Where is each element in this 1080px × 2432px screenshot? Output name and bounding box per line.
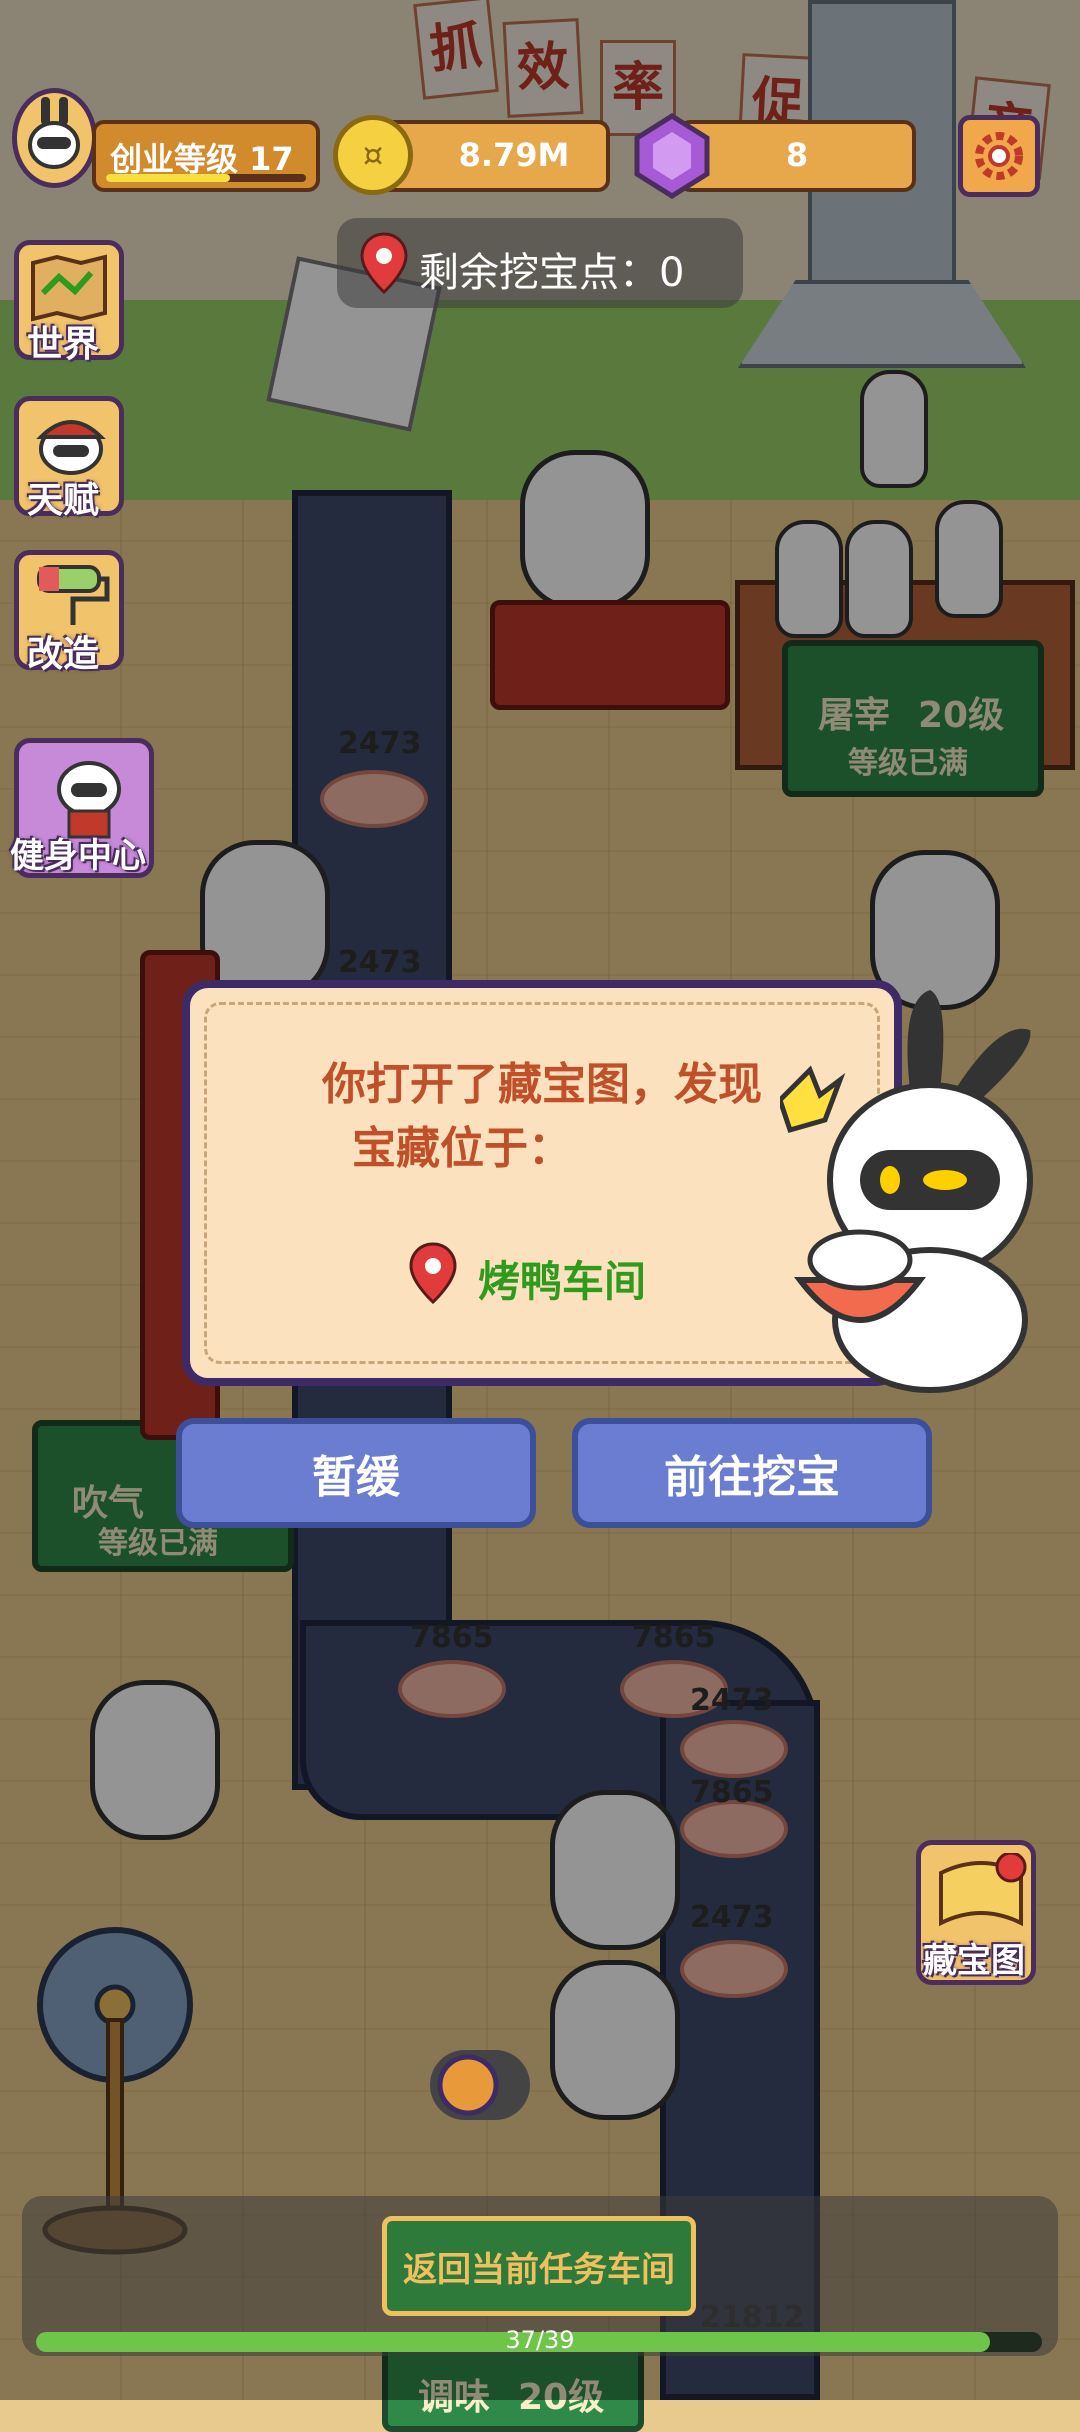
gem-amount: 8 [785,136,809,174]
location-pin-icon [360,232,408,294]
settings-button[interactable] [958,115,1040,197]
paint-roller-icon [37,565,110,625]
treasure-map-icon [939,1853,1027,1927]
talent-button[interactable]: 天赋 [14,396,124,521]
renovate-button[interactable]: 改造 [14,550,124,675]
treasure-map-label: 藏宝图 [923,1941,1025,1981]
player-avatar[interactable] [12,88,97,188]
rabbit-head-icon [36,420,106,475]
world-label: 世界 [27,324,100,365]
task-progress-label: 37/39 [505,2326,575,2354]
coin-icon: ¤ [333,115,413,195]
treasure-map-button[interactable]: 藏宝图 [916,1840,1036,1985]
rabbit-avatar-icon [28,97,80,169]
return-workshop-button[interactable]: 返回当前任务车间 [382,2216,696,2316]
gym-label: 健身中心 [10,836,146,876]
gym-rabbit-icon [57,761,121,839]
gem-icon [633,112,711,200]
treasure-points-label: 剩余挖宝点：0 [419,250,685,296]
treasure-location: 烤鸭车间 [478,1257,647,1306]
location-pin-icon [409,1242,457,1304]
level-progress-fill [106,174,230,182]
map-icon [31,254,107,322]
gear-icon [975,132,1023,180]
coin-amount: 8.79M [458,136,570,174]
gem-bar[interactable]: 8 [678,120,916,192]
world-button[interactable]: 世界 [14,240,124,365]
mascot-rabbit [777,980,1060,1400]
dialog-message-line2: 宝藏位于： [352,1123,572,1174]
svg-text:¤: ¤ [363,136,383,174]
talent-label: 天赋 [27,480,100,521]
renovate-label: 改造 [27,634,100,675]
level-bar[interactable]: 创业等级 17 [92,120,320,192]
treasure-points-panel: 剩余挖宝点：0 [337,218,743,308]
postpone-button[interactable]: 暂缓 [176,1418,536,1528]
worker-task-bubble [430,2050,530,2120]
level-progress-track [106,174,306,182]
go-dig-button[interactable]: 前往挖宝 [572,1418,932,1528]
